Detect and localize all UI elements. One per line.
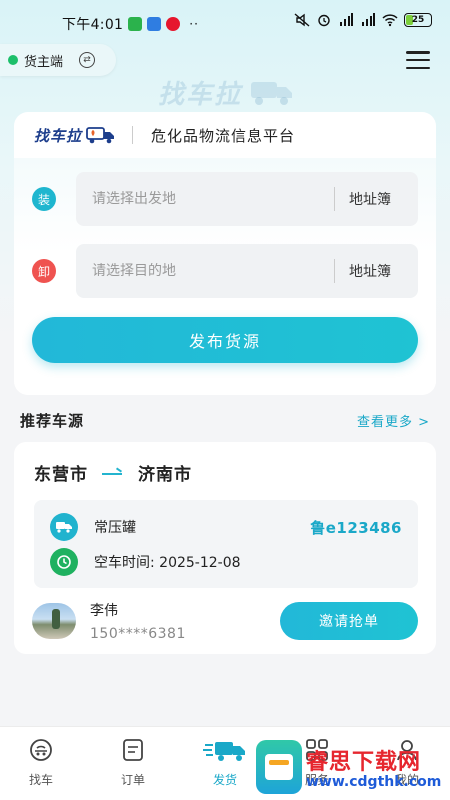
- order-icon: [123, 739, 143, 761]
- card-header: 找车拉 危化品物流信息平台: [14, 112, 436, 158]
- watermark-truck-icon: [251, 82, 292, 105]
- load-address-row: 装 地址簿: [32, 172, 418, 226]
- menu-icon[interactable]: [406, 51, 430, 69]
- wechat-notification-icon: [128, 17, 143, 31]
- truck-icon: [50, 513, 78, 541]
- clock-icon: [50, 548, 78, 576]
- load-address-field[interactable]: 地址簿: [76, 172, 418, 226]
- arrow-right-icon: [102, 468, 124, 478]
- nav-item-orders[interactable]: 订单: [98, 737, 168, 788]
- unload-address-field[interactable]: 地址簿: [76, 244, 418, 298]
- brand-logo: 找车拉: [34, 125, 116, 146]
- battery-level: 25: [411, 15, 425, 25]
- role-switcher[interactable]: 货主端 ⇄: [0, 44, 116, 76]
- invite-bid-button[interactable]: 邀请抢单: [280, 602, 418, 640]
- field-separator: [334, 259, 335, 283]
- status-right: 25: [294, 13, 432, 27]
- wifi-icon: [382, 14, 398, 27]
- site-watermark-logo: [256, 740, 302, 794]
- nav-label: 发货: [212, 773, 237, 787]
- site-watermark-name: 睿思下载网: [306, 750, 422, 775]
- brand-truck-icon: [86, 127, 115, 144]
- status-bar: 下午4:01 ·· 25: [0, 0, 450, 44]
- vehicle-type: 常压罐: [94, 520, 136, 536]
- route-destination: 济南市: [138, 465, 192, 485]
- field-separator: [334, 187, 335, 211]
- switch-role-icon[interactable]: ⇄: [79, 52, 96, 68]
- recommend-title: 推荐车源: [20, 412, 85, 430]
- nav-item-find-truck[interactable]: 找车: [6, 737, 76, 788]
- load-badge: 装: [32, 187, 56, 211]
- contact-info: 李伟 150****6381: [90, 600, 186, 642]
- online-status-dot: [8, 55, 18, 65]
- destination-address-book-link[interactable]: 地址簿: [349, 261, 391, 281]
- publish-cargo-button[interactable]: 发布货源: [32, 317, 418, 363]
- ship-icon: [203, 742, 245, 761]
- header-watermark-logo: 找车拉: [158, 80, 243, 110]
- vehicle-card[interactable]: 东营市 济南市 常压罐 鲁e123486 空车时间: 2025-12-08 李伟…: [14, 442, 436, 654]
- weibo-notification-icon: [166, 17, 181, 31]
- route: 东营市 济南市: [34, 460, 192, 485]
- brand-name: 找车拉: [34, 126, 83, 145]
- status-left: 下午4:01 ··: [62, 14, 199, 34]
- destination-input[interactable]: [92, 263, 322, 279]
- status-time: 下午4:01: [62, 17, 124, 33]
- app-notification-icon: [147, 17, 162, 31]
- empty-time: 空车时间: 2025-12-08: [94, 555, 241, 571]
- battery-icon: 25: [404, 13, 432, 27]
- origin-input[interactable]: [92, 191, 322, 207]
- platform-subtitle: 危化品物流信息平台: [151, 126, 296, 145]
- publish-card: 找车拉 危化品物流信息平台 装 地址簿 卸 地址簿 发布货源: [14, 112, 436, 395]
- vehicle-type-line: 常压罐: [50, 513, 136, 541]
- unload-badge: 卸: [32, 259, 56, 283]
- driver-contact: 李伟 150****6381: [32, 600, 186, 642]
- site-watermark-url: www.cdgthk.com: [306, 774, 442, 790]
- nav-label: 订单: [120, 773, 145, 787]
- find-truck-icon: [30, 739, 52, 761]
- role-label: 货主端: [24, 54, 64, 70]
- signal-2-icon: [362, 13, 375, 26]
- vehicle-info-box: 常压罐 鲁e123486 空车时间: 2025-12-08: [34, 500, 418, 588]
- avatar: [32, 603, 76, 639]
- route-origin: 东营市: [34, 465, 88, 485]
- origin-address-book-link[interactable]: 地址簿: [349, 189, 391, 209]
- empty-time-line: 空车时间: 2025-12-08: [50, 548, 241, 576]
- mute-icon: [294, 13, 310, 27]
- signal-1-icon: [340, 13, 353, 26]
- license-plate: 鲁e123486: [310, 519, 402, 537]
- driver-phone: 150****6381: [90, 626, 186, 642]
- driver-name: 李伟: [90, 603, 118, 619]
- alarm-icon: [318, 14, 330, 27]
- see-more-link[interactable]: 查看更多 >: [357, 411, 430, 430]
- more-notifications-icon: ··: [189, 17, 199, 31]
- unload-address-row: 卸 地址簿: [32, 244, 418, 298]
- nav-label: 找车: [28, 773, 53, 787]
- header-divider: [132, 126, 134, 144]
- nav-item-ship[interactable]: 发货: [190, 737, 260, 788]
